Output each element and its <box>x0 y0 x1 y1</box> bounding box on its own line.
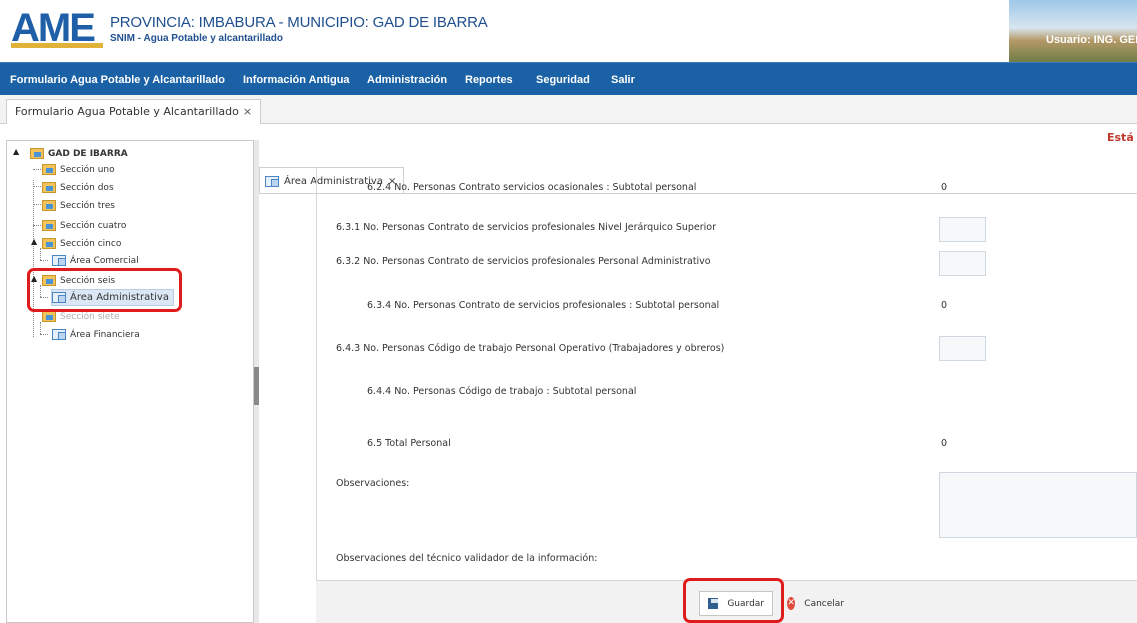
status-warning: Está i <box>1107 131 1137 144</box>
cancel-icon: ✕ <box>787 597 796 610</box>
document-icon <box>52 255 66 266</box>
splitter-handle[interactable] <box>254 367 259 405</box>
tree-connector <box>40 334 48 335</box>
tree-connector <box>33 225 41 226</box>
folder-icon <box>42 182 56 193</box>
field-label-6-3-4: 6.3.4 No. Personas Contrato de servicios… <box>367 300 720 311</box>
field-label-6-3-2: 6.3.2 No. Personas Contrato de servicios… <box>336 256 711 267</box>
observaciones-textarea[interactable] <box>939 472 1137 538</box>
folder-icon <box>42 220 56 231</box>
field-value-6-3-4: 0 <box>941 300 948 311</box>
app-header: AME PROVINCIA: IMBABURA - MUNICIPIO: GAD… <box>0 0 1137 62</box>
field-label-6-4-3: 6.4.3 No. Personas Código de trabajo Per… <box>336 343 725 354</box>
menu-item-reportes[interactable]: Reportes <box>465 74 513 86</box>
tree-connector <box>40 322 41 334</box>
folder-icon <box>42 200 56 211</box>
field-value-6-5: 0 <box>941 438 948 449</box>
folder-icon <box>42 311 56 322</box>
tree-root[interactable]: GAD DE IBARRA <box>30 146 128 161</box>
tree-item-seccion-cinco[interactable]: Sección cinco <box>42 236 121 251</box>
close-icon[interactable]: × <box>243 105 252 118</box>
cancel-button[interactable]: ✕ Cancelar <box>779 591 852 616</box>
highlight-annotation <box>27 268 182 312</box>
expand-toggle-icon[interactable]: ▲ <box>31 237 37 246</box>
folder-icon <box>42 164 56 175</box>
header-banner-image <box>1009 0 1137 62</box>
logo-bar <box>11 43 103 48</box>
tree-item-seccion-dos[interactable]: Sección dos <box>42 180 114 195</box>
input-6-3-1[interactable] <box>939 217 986 242</box>
field-label-6-5: 6.5 Total Personal <box>367 438 451 449</box>
folder-icon <box>42 238 56 249</box>
tree-item-seccion-cuatro[interactable]: Sección cuatro <box>42 218 126 233</box>
tree-item-area-comercial[interactable]: Área Comercial <box>52 253 139 268</box>
document-icon <box>52 329 66 340</box>
ame-logo: AME <box>5 6 103 50</box>
field-value-6-2-4: 0 <box>941 182 948 193</box>
tree-item-area-financiera[interactable]: Área Financiera <box>52 327 140 342</box>
input-6-3-2[interactable] <box>939 251 986 276</box>
page-title: PROVINCIA: IMBABURA - MUNICIPIO: GAD DE … <box>110 14 488 31</box>
tab-formulario-label: Formulario Agua Potable y Alcantarillado <box>15 105 239 118</box>
user-label: Usuario: ING. GERMA <box>1046 34 1137 46</box>
observaciones-label: Observaciones: <box>336 478 410 489</box>
menu-item-administracion[interactable]: Administración <box>367 74 447 86</box>
highlight-annotation <box>683 578 784 623</box>
document-icon <box>265 175 279 187</box>
tree-connector <box>33 186 41 187</box>
tree-item-seccion-tres[interactable]: Sección tres <box>42 198 115 213</box>
tab-formulario[interactable]: Formulario Agua Potable y Alcantarillado… <box>6 99 262 124</box>
menu-item-formulario[interactable]: Formulario Agua Potable y Alcantarillado <box>10 74 225 86</box>
tree-connector <box>33 204 41 205</box>
menu-item-informacion-antigua[interactable]: Información Antigua <box>243 74 350 86</box>
tree-connector <box>33 169 41 170</box>
expand-toggle-icon[interactable]: ▲ <box>13 147 19 156</box>
tree-item-seccion-uno[interactable]: Sección uno <box>42 162 115 177</box>
field-label-6-4-4: 6.4.4 No. Personas Código de trabajo : S… <box>367 386 637 397</box>
main-tabstrip: Formulario Agua Potable y Alcantarillado… <box>0 95 1137 124</box>
input-6-4-3[interactable] <box>939 336 986 361</box>
field-label-6-3-1: 6.3.1 No. Personas Contrato de servicios… <box>336 222 717 233</box>
folder-icon <box>30 148 44 159</box>
page-subtitle: SNIM - Agua Potable y alcantarillado <box>110 33 283 44</box>
validator-observaciones-label: Observaciones del técnico validador de l… <box>336 553 598 564</box>
field-label-6-2-4: 6.2.4 No. Personas Contrato servicios oc… <box>367 182 697 193</box>
menu-item-salir[interactable]: Salir <box>611 74 635 86</box>
tree-connector <box>40 248 41 260</box>
main-menubar: Formulario Agua Potable y Alcantarillado… <box>0 62 1137 95</box>
menu-item-seguridad[interactable]: Seguridad <box>536 74 590 86</box>
tree-connector <box>40 260 48 261</box>
